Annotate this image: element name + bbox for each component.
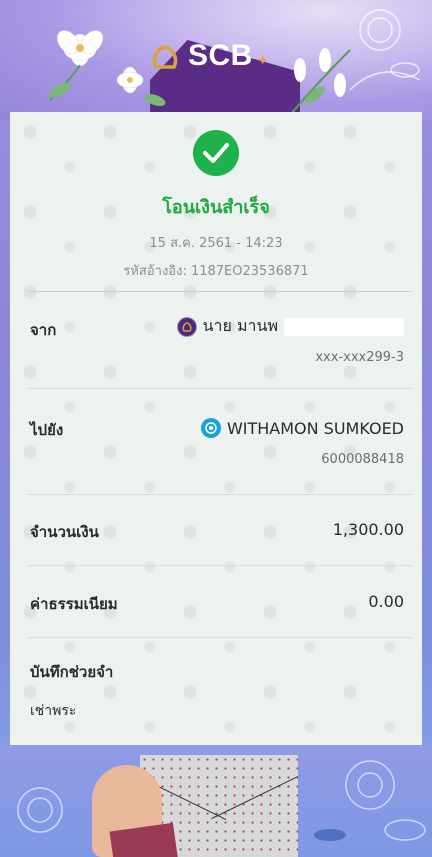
from-name-row: นาย มานพ [176,314,404,339]
to-name-row: WITHAMON SUMKOED [200,418,404,438]
divider [28,565,412,566]
from-label: จาก [30,321,57,339]
fee-value: 0.00 [368,592,404,611]
fee-label: ค่าธรรมเนียม [30,595,118,613]
divider [28,494,412,495]
transfer-receipt: โอนเงินสำเร็จ 15 ส.ค. 2561 - 14:23 รหัสอ… [10,112,422,752]
scb-logo: SCB ✦ [148,38,269,74]
transaction-reference: รหัสอ้างอิง: 1187EO23536871 [123,264,309,279]
to-account: 6000088418 [321,452,404,467]
sparkle-icon: ✦ [256,53,269,69]
header-banner: SCB ✦ [0,0,432,120]
masked-name-block [284,317,404,336]
status-title: โอนเงินสำเร็จ [162,197,270,218]
amount-value: 1,300.00 [332,520,404,539]
check-circle-icon [193,130,239,176]
memo-value: เช่าพระ [30,703,77,719]
to-name: WITHAMON SUMKOED [226,418,404,438]
divider [28,291,412,292]
from-account: xxx-xxx299-3 [315,350,404,365]
floral-outline-icon [314,760,426,841]
divider [28,388,412,389]
floral-outline-icon [349,9,421,91]
from-name: นาย มานพ [202,316,278,335]
footer-decoration [0,745,432,857]
divider [28,637,412,638]
brand-name: SCB [188,39,253,72]
to-label: ไปยัง [30,421,64,439]
ktb-logo-icon [200,418,221,438]
memo-label: บันทึกช่วยจำ [30,663,114,681]
floral-outline-icon [17,787,63,833]
transaction-datetime: 15 ส.ค. 2561 - 14:23 [149,236,283,251]
scb-logo-icon [176,316,197,337]
amount-label: จำนวนเงิน [30,523,99,541]
scb-logo-icon [152,45,178,69]
